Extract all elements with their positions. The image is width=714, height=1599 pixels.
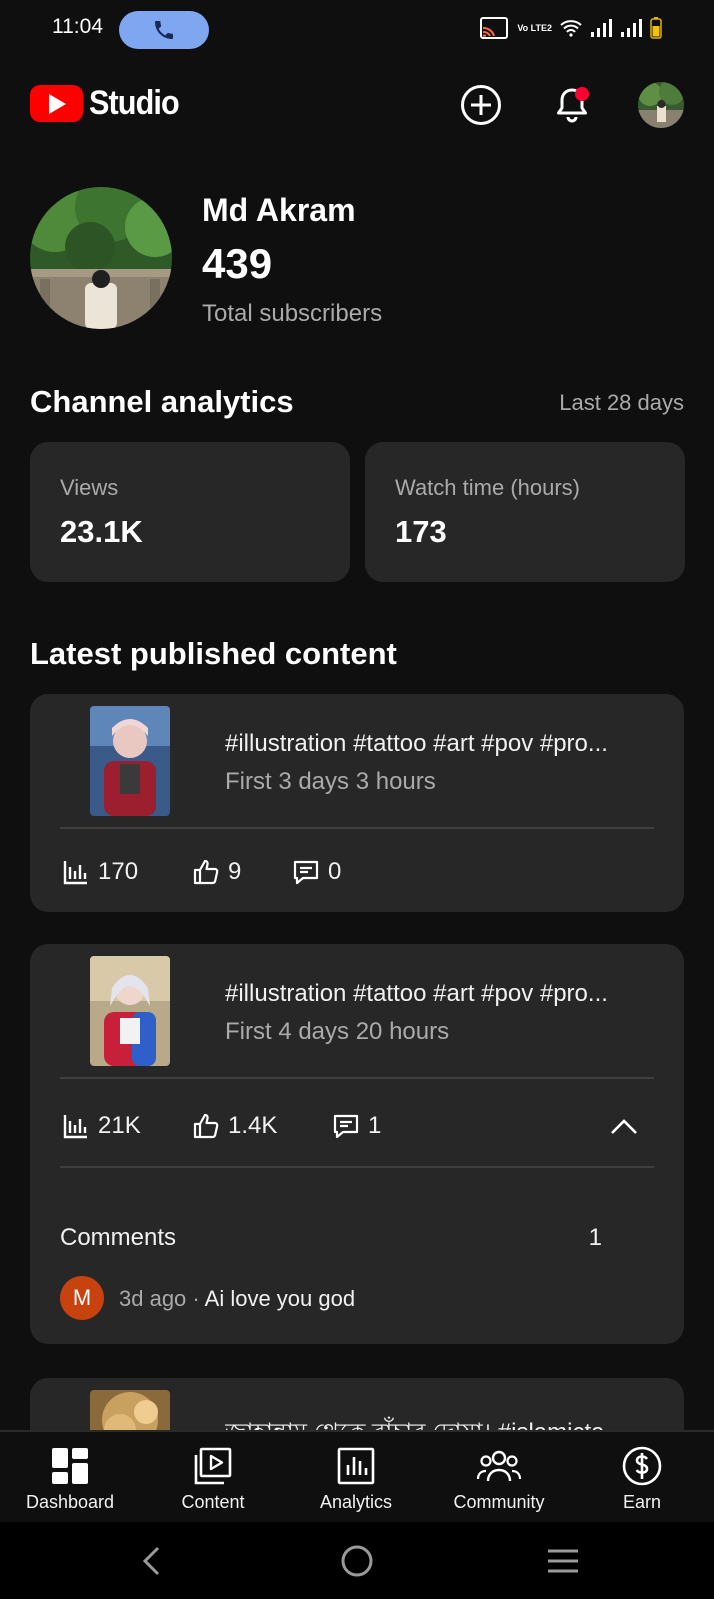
likes-metric: 9: [192, 858, 241, 886]
subscriber-count: 439: [202, 240, 273, 287]
recents-button[interactable]: [533, 1536, 593, 1586]
bell-icon: [557, 87, 589, 123]
video-title: #illustration #tattoo #art #pov #pro...: [225, 730, 608, 757]
channel-avatar[interactable]: [30, 187, 172, 329]
thumbs-up-icon: [193, 859, 219, 885]
signal-icon: [621, 19, 642, 37]
nav-community[interactable]: Community: [429, 1432, 569, 1524]
views-count: 170: [98, 858, 139, 885]
chevron-up-icon: [611, 1119, 637, 1134]
commenter-avatar[interactable]: M: [60, 1276, 104, 1320]
divider: [60, 1166, 654, 1168]
comments-metric: 0: [292, 858, 341, 886]
video-thumbnail[interactable]: [90, 956, 170, 1066]
content-card[interactable]: #illustration #tattoo #art #pov #pro... …: [30, 944, 684, 1344]
comment-item[interactable]: 3d ago · Ai love you god: [119, 1286, 355, 1312]
video-subtitle: First 3 days 3 hours: [225, 768, 436, 795]
content-icon: [194, 1447, 232, 1485]
home-button[interactable]: [327, 1536, 387, 1586]
video-subtitle: First 4 days 20 hours: [225, 1018, 450, 1045]
cast-icon: [480, 17, 509, 39]
views-count: 21K: [98, 1112, 141, 1139]
youtube-studio-logo[interactable]: Studio: [30, 84, 189, 123]
home-circle-icon: [341, 1545, 373, 1577]
nav-earn[interactable]: Earn: [572, 1432, 712, 1524]
nav-label: Analytics: [319, 1492, 393, 1512]
latest-content-title: Latest published content: [30, 636, 397, 671]
dashboard-icon: [52, 1448, 88, 1484]
system-navigation-bar: [0, 1522, 714, 1599]
back-icon: [142, 1546, 160, 1576]
video-thumbnail[interactable]: [90, 706, 170, 816]
stat-label: Watch time (hours): [395, 475, 581, 500]
comment-icon: [333, 1114, 359, 1139]
nav-label: Dashboard: [25, 1492, 115, 1512]
analytics-icon: [337, 1447, 375, 1485]
status-time: 11:04: [52, 15, 103, 38]
youtube-play-icon: [30, 85, 83, 122]
channel-analytics-title: Channel analytics: [30, 384, 294, 419]
channel-name: Md Akram: [202, 192, 356, 228]
content-card[interactable]: #illustration #tattoo #art #pov #pro... …: [30, 694, 684, 912]
likes-count: 1.4K: [228, 1112, 278, 1139]
phone-icon: [155, 21, 173, 39]
subscriber-label: Total subscribers: [202, 300, 383, 327]
back-button[interactable]: [122, 1536, 182, 1586]
views-metric: 170: [62, 858, 138, 886]
divider: [60, 1077, 654, 1079]
stat-label: Views: [60, 475, 119, 500]
app-header: Studio: [0, 70, 714, 140]
likes-count: 9: [228, 858, 242, 885]
create-button[interactable]: [458, 82, 504, 128]
comments-total: 1: [588, 1224, 602, 1251]
comments-label: Comments: [60, 1224, 177, 1251]
dollar-icon: [622, 1446, 662, 1486]
watch-time-card[interactable]: Watch time (hours) 173: [365, 442, 685, 582]
stat-value: 23.1K: [60, 514, 143, 549]
signal-icon: [591, 19, 612, 37]
account-avatar[interactable]: [638, 82, 684, 128]
wifi-icon: [560, 20, 582, 37]
analytics-period: Last 28 days: [559, 390, 684, 415]
collapse-button[interactable]: [608, 1110, 640, 1142]
likes-metric: 1.4K: [192, 1112, 277, 1140]
views-metric: 21K: [62, 1112, 141, 1140]
stat-value: 173: [395, 514, 447, 549]
app-name: Studio: [89, 84, 180, 122]
comment-text: Ai love you god: [204, 1286, 356, 1311]
notifications-button[interactable]: [549, 82, 595, 128]
comments-count: 0: [328, 858, 342, 885]
comment-meta: 3d ago ·: [119, 1286, 205, 1311]
divider: [60, 827, 654, 829]
status-bar: 11:04 Vo LTE2: [0, 0, 714, 60]
comments-metric: 1: [332, 1112, 381, 1140]
notification-dot: [575, 87, 589, 101]
nav-label: Community: [453, 1492, 545, 1512]
ongoing-call-pill[interactable]: [119, 11, 209, 49]
nav-content[interactable]: Content: [143, 1432, 283, 1524]
comment-icon: [293, 860, 319, 885]
nav-analytics[interactable]: Analytics: [286, 1432, 426, 1524]
bar-chart-icon: [63, 1115, 87, 1139]
bottom-navigation: Dashboard Content Analytics Community Ea…: [0, 1430, 714, 1522]
bar-chart-icon: [63, 861, 87, 885]
community-icon: [476, 1450, 522, 1482]
views-card[interactable]: Views 23.1K: [30, 442, 350, 582]
menu-icon: [548, 1549, 578, 1573]
nav-dashboard[interactable]: Dashboard: [0, 1432, 140, 1524]
video-title: #illustration #tattoo #art #pov #pro...: [225, 980, 608, 1007]
plus-circle-icon: [461, 85, 501, 125]
nav-label: Content: [181, 1492, 245, 1512]
network-type-label: Vo LTE2: [517, 23, 552, 33]
thumbs-up-icon: [193, 1113, 219, 1139]
nav-label: Earn: [622, 1492, 662, 1512]
battery-icon: [650, 17, 662, 39]
comments-count: 1: [368, 1112, 382, 1139]
